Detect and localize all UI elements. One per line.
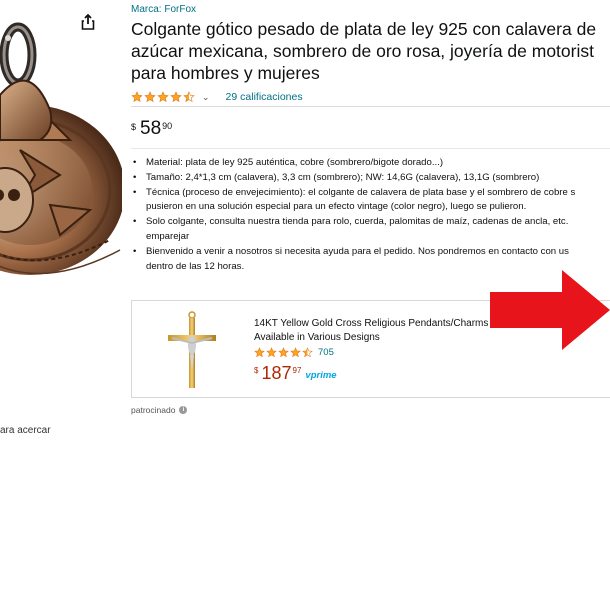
price: $ 58 90 xyxy=(131,118,172,140)
cross-pendant-image[interactable] xyxy=(162,311,222,391)
star-icon xyxy=(254,347,265,358)
price-whole: 187 xyxy=(261,363,292,383)
brand-link[interactable]: Marca: ForFox xyxy=(131,4,196,15)
star-icon xyxy=(183,91,195,103)
star-icon xyxy=(157,91,169,103)
share-button[interactable] xyxy=(74,8,102,36)
star-icon xyxy=(290,347,301,358)
title-line: para hombres y mujeres xyxy=(131,63,320,83)
zoom-hint: ara acercar xyxy=(0,425,51,436)
product-image[interactable] xyxy=(0,0,122,300)
price-currency: $ xyxy=(254,366,259,375)
feature-bullet: Bienvenido a venir a nosotros si necesit… xyxy=(131,245,610,260)
star-icon xyxy=(278,347,289,358)
sponsored-text: patrocinado xyxy=(131,405,176,415)
red-arrow-annotation xyxy=(490,270,610,350)
price-currency: $ xyxy=(131,122,137,132)
sponsored-rating-row[interactable]: 705 xyxy=(254,347,334,358)
feature-bullet: emparejar xyxy=(146,230,190,242)
sponsored-price: $ 187 97 vprime xyxy=(254,363,337,383)
feature-bullet: Técnica (proceso de envejecimiento): el … xyxy=(131,186,610,201)
title-line: Colgante gótico pesado de plata de ley 9… xyxy=(131,19,597,39)
share-icon xyxy=(81,14,95,30)
star-icon xyxy=(266,347,277,358)
feature-bullet: pusieron en una solución especial para u… xyxy=(146,201,527,213)
title-line: azúcar mexicana, sombrero de oro rosa, j… xyxy=(131,41,594,61)
sponsored-product-title[interactable]: 14KT Yellow Gold Cross Religious Pendant… xyxy=(254,317,500,344)
star-icon xyxy=(170,91,182,103)
ratings-count-link[interactable]: 29 calificaciones xyxy=(226,91,303,103)
rating-row: ⌄ 29 calificaciones xyxy=(131,90,303,104)
price-whole: 58 xyxy=(140,118,162,139)
star-rating[interactable] xyxy=(254,347,314,358)
divider xyxy=(131,106,610,107)
feature-bullets: Material: plata de ley 925 auténtica, co… xyxy=(131,156,610,274)
feature-bullet: Material: plata de ley 925 auténtica, co… xyxy=(131,156,610,171)
feature-bullet: Tamaño: 2,4*1,3 cm (calavera), 3,3 cm (s… xyxy=(131,171,610,186)
star-icon xyxy=(302,347,313,358)
star-rating[interactable] xyxy=(131,91,196,103)
sponsored-rating-count[interactable]: 705 xyxy=(318,347,334,358)
info-icon[interactable]: i xyxy=(179,406,188,414)
chevron-down-icon[interactable]: ⌄ xyxy=(202,92,210,103)
card-title-line[interactable]: 14KT Yellow Gold Cross Religious Pendant… xyxy=(254,317,500,331)
feature-bullet: Solo colgante, consulta nuestra tienda p… xyxy=(131,215,610,230)
star-icon xyxy=(131,91,143,103)
divider xyxy=(131,148,610,149)
product-title: Colgante gótico pesado de plata de ley 9… xyxy=(131,18,610,84)
star-icon xyxy=(144,91,156,103)
card-title-line[interactable]: Available in Various Designs xyxy=(254,331,500,345)
sponsored-label: patrocinado i xyxy=(131,405,188,415)
price-fraction: 90 xyxy=(162,121,173,131)
price-fraction: 97 xyxy=(292,366,302,375)
prime-badge: vprime xyxy=(305,370,337,381)
skull-pendant-photo xyxy=(0,22,122,275)
